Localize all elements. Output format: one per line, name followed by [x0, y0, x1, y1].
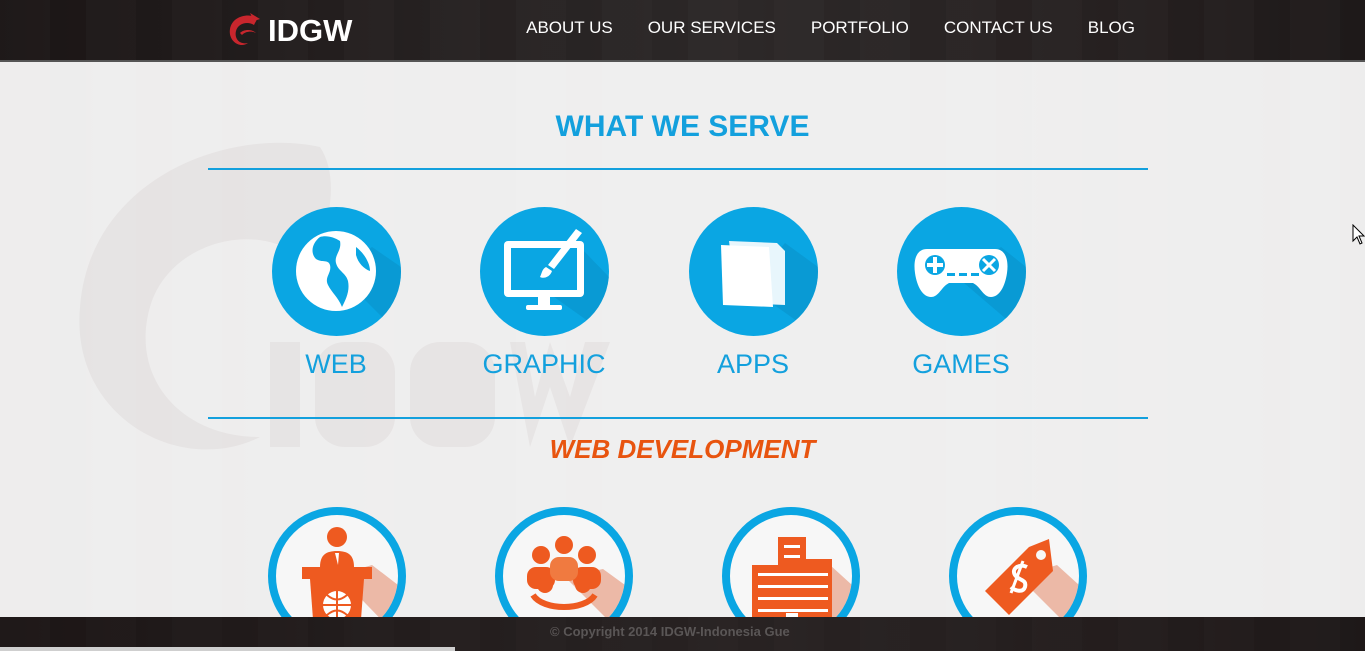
service-graphic-badge	[479, 207, 609, 336]
gamepad-icon	[914, 247, 1026, 336]
service-apps[interactable]: APPS	[673, 207, 833, 380]
top-navigation-bar: IDGW ABOUT US OUR SERVICES PORTFOLIO CON…	[0, 0, 1365, 62]
service-apps-badge	[688, 207, 818, 336]
footer-bar: © Copyright 2014 IDGW-Indonesia Gue	[0, 617, 1365, 651]
service-games-badge	[896, 207, 1026, 336]
nav-blog[interactable]: BLOG	[1088, 17, 1135, 39]
site-logo[interactable]: IDGW	[226, 10, 352, 52]
buildings-icon	[752, 537, 852, 617]
divider-middle	[208, 417, 1148, 419]
service-web[interactable]: WEB	[256, 207, 416, 380]
services-panel: WHAT WE SERVE WEB GRAPHIC APPS GAMES WEB…	[0, 62, 1365, 617]
nav-portfolio[interactable]: PORTFOLIO	[811, 17, 909, 39]
service-web-badge	[271, 207, 401, 336]
price-tag-icon	[985, 539, 1079, 617]
logo-text: IDGW	[268, 13, 353, 48]
service-apps-label: APPS	[716, 349, 790, 379]
feature-pricing[interactable]	[949, 507, 1087, 617]
service-web-label: WEB	[305, 349, 367, 379]
idgw-swirl-logo-icon	[229, 13, 260, 46]
service-games[interactable]: GAMES	[881, 207, 1041, 380]
nav-contact-us[interactable]: CONTACT US	[944, 17, 1053, 39]
nav-our-services[interactable]: OUR SERVICES	[648, 17, 776, 39]
main-menu: ABOUT US OUR SERVICES PORTFOLIO CONTACT …	[526, 17, 1135, 39]
globe-icon	[295, 231, 401, 336]
service-graphic-label: GRAPHIC	[482, 349, 606, 379]
nav-about-us[interactable]: ABOUT US	[526, 17, 613, 39]
presenter-globe-icon	[302, 527, 398, 617]
service-games-label: GAMES	[912, 349, 1010, 379]
feature-team[interactable]	[495, 507, 633, 617]
horizontal-scrollbar[interactable]	[0, 647, 455, 651]
web-development-heading: WEB DEVELOPMENT	[549, 434, 816, 464]
team-group-icon	[527, 536, 625, 617]
mouse-cursor-icon	[1352, 224, 1365, 245]
copyright-text: © Copyright 2014 IDGW-Indonesia Gue	[550, 624, 790, 639]
service-graphic[interactable]: GRAPHIC	[464, 207, 624, 380]
pages-icon	[720, 241, 818, 336]
what-we-serve-heading: WHAT WE SERVE	[555, 110, 810, 143]
divider-top	[208, 168, 1148, 170]
feature-presentation[interactable]	[268, 507, 406, 617]
monitor-brush-icon	[503, 229, 609, 336]
feature-corporate[interactable]	[722, 507, 860, 617]
